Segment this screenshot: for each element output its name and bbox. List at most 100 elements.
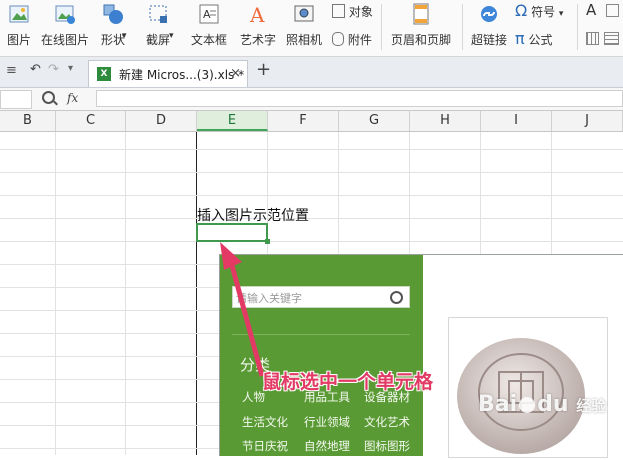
pi-icon: π — [515, 29, 525, 48]
tab-current-workbook[interactable]: X 新建 Micros...(3).xls * × — [88, 60, 248, 87]
column-header-b[interactable]: B — [0, 111, 56, 131]
annotation-label: 鼠标选中一个单元格 — [262, 371, 434, 393]
new-tab-button[interactable]: + — [256, 59, 271, 80]
screenshot-icon — [149, 5, 167, 23]
symbol-button[interactable]: Ω 符号 ▾ — [515, 1, 563, 20]
web-category-item: 节日庆祝 — [242, 439, 288, 453]
insert-picture-button[interactable]: 图片 — [2, 0, 36, 52]
insert-picture-label: 图片 — [6, 33, 31, 47]
baidu-watermark: Bai du 经验 — [478, 392, 606, 417]
redo-icon[interactable]: ↷ — [48, 62, 59, 77]
annotation-arrow-icon — [220, 242, 265, 377]
shapes-dropdown-icon[interactable]: ▾ — [122, 31, 127, 41]
wordart-label: 艺术字 — [239, 33, 276, 47]
screenshot-button[interactable]: 截屏 ▾ — [138, 0, 178, 52]
online-picture-button[interactable]: 在线图片 — [38, 0, 92, 52]
grid-line — [0, 218, 623, 219]
object-button[interactable]: 对象 — [332, 3, 373, 20]
textbox-icon: A — [199, 4, 219, 24]
formula-button[interactable]: π 公式 — [515, 29, 552, 48]
watermark-text: Bai — [478, 392, 518, 417]
text-style-icon[interactable] — [606, 4, 619, 17]
mooncake-photo — [448, 317, 608, 458]
web-category-item: 生活文化 — [242, 415, 288, 429]
watermark-suffix: 经验 — [576, 397, 607, 415]
web-category-item: 行业领域 — [304, 415, 350, 429]
symbol-label: 符号 — [531, 5, 556, 19]
online-picture-icon — [55, 5, 75, 24]
web-category-item: 图标图形 — [364, 439, 410, 453]
header-footer-label: 页眉和页脚 — [390, 33, 451, 47]
ribbon-separator — [381, 4, 382, 50]
grid-line — [0, 172, 623, 173]
online-picture-label: 在线图片 — [40, 33, 89, 47]
web-search-icon — [390, 291, 403, 304]
column-header-g[interactable]: G — [339, 111, 410, 131]
name-box[interactable] — [0, 90, 32, 109]
web-category-item: 文化艺术 — [364, 415, 410, 429]
document-tab-bar: ≡ ↶ ↷ ▾ X 新建 Micros...(3).xls * × + — [0, 57, 623, 88]
camera-label: 照相机 — [285, 33, 322, 47]
object-label: 对象 — [348, 5, 373, 19]
column-header-d[interactable]: D — [126, 111, 197, 131]
web-category-item: 自然地理 — [304, 439, 350, 453]
grid-line — [125, 132, 126, 455]
column-header: B C D E F G H I J — [0, 111, 623, 132]
layout-grid-icon[interactable] — [586, 32, 599, 45]
zoom-search-handle — [53, 100, 58, 106]
wordart-icon: A — [249, 3, 265, 25]
attachment-button[interactable]: 附件 — [332, 31, 372, 48]
column-header-c[interactable]: C — [56, 111, 126, 131]
header-footer-icon — [413, 3, 429, 25]
column-header-i[interactable]: I — [481, 111, 552, 131]
camera-button[interactable]: 照相机 — [282, 0, 326, 52]
column-header-j[interactable]: J — [552, 111, 623, 131]
grid-line — [55, 132, 56, 455]
mooncake-image — [457, 338, 585, 454]
formula-bar: fx — [0, 88, 623, 111]
svg-text:A: A — [203, 8, 211, 21]
camera-icon — [294, 5, 314, 22]
screenshot-dropdown-icon[interactable]: ▾ — [169, 31, 174, 41]
ribbon-separator — [462, 4, 463, 50]
svg-text:A: A — [249, 3, 265, 25]
attachment-label: 附件 — [347, 33, 372, 47]
shapes-icon — [103, 4, 123, 24]
cell-e-text[interactable]: 插入图片示范位置 — [197, 205, 309, 225]
picture-icon — [9, 5, 29, 23]
paw-icon — [519, 397, 536, 413]
formula-input[interactable] — [96, 90, 623, 107]
insert-ribbon: 图片 在线图片 形状 ▾ 截屏 ▾ A 文本框 A 艺术字 照相机 对象 附件 … — [0, 0, 623, 57]
grid-line — [0, 241, 623, 242]
tab-file-name: 新建 Micros...(3).xls * — [119, 68, 245, 82]
hyperlink-button[interactable]: 超链接 — [469, 0, 509, 52]
undo-icon[interactable]: ↶ — [30, 62, 41, 77]
grid-line — [0, 195, 623, 196]
textbox-label: 文本框 — [190, 33, 227, 47]
symbol-dropdown-icon[interactable]: ▾ — [559, 9, 564, 19]
formula-label: 公式 — [528, 33, 553, 47]
quick-access-dropdown-icon[interactable]: ▾ — [68, 63, 73, 74]
shapes-button[interactable]: 形状 ▾ — [94, 0, 132, 52]
column-header-h[interactable]: H — [410, 111, 481, 131]
object-icon — [332, 4, 345, 18]
excel-file-icon: X — [97, 67, 111, 81]
column-header-f[interactable]: F — [268, 111, 339, 131]
wordart-button[interactable]: A 艺术字 — [238, 0, 278, 52]
insert-function-button[interactable]: fx — [67, 91, 78, 105]
text-format-icon[interactable]: A — [586, 1, 596, 19]
hyperlink-icon — [481, 6, 497, 22]
hyperlink-label: 超链接 — [470, 33, 507, 47]
header-footer-button[interactable]: 页眉和页脚 — [388, 0, 454, 52]
layout-list-icon[interactable] — [604, 32, 619, 45]
close-tab-icon[interactable]: × — [230, 66, 241, 81]
grid-line — [0, 149, 623, 150]
tab-menu-icon[interactable]: ≡ — [6, 63, 17, 78]
textbox-button[interactable]: A 文本框 — [184, 0, 234, 52]
page-break-line — [196, 132, 197, 455]
watermark-du: du — [537, 392, 569, 417]
column-header-e[interactable]: E — [197, 111, 268, 131]
attachment-icon — [332, 32, 344, 46]
ribbon-separator — [577, 4, 578, 50]
omega-icon: Ω — [515, 1, 528, 20]
